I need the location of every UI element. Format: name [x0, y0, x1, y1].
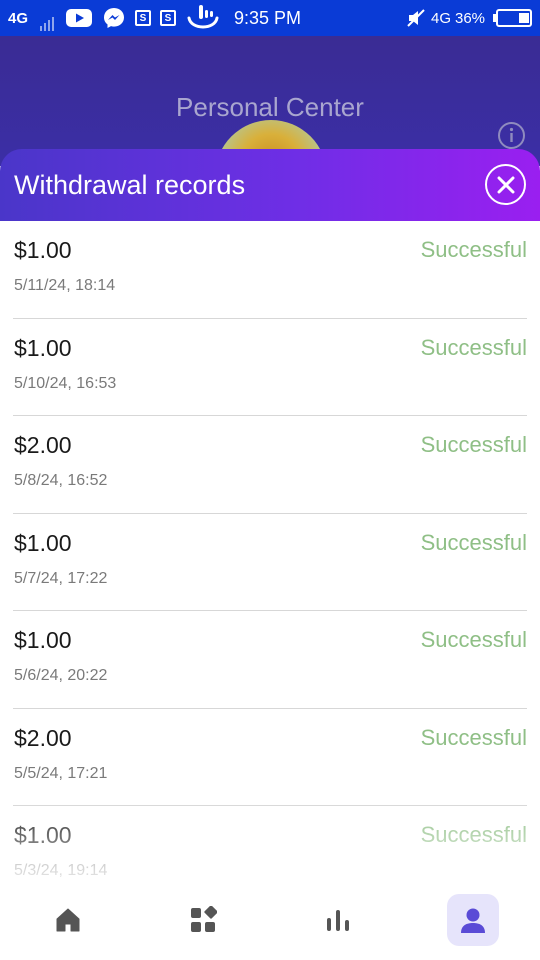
- home-icon: [56, 908, 80, 932]
- record-time: 5/5/24, 17:21: [14, 764, 108, 782]
- list-item: $1.00 Successful 5/11/24, 18:14: [13, 221, 527, 319]
- network-type: 4G: [8, 9, 29, 27]
- record-amount: $1.00: [14, 237, 72, 263]
- record-amount: $1.00: [14, 822, 72, 848]
- sheet-title: Withdrawal records: [14, 170, 246, 200]
- nav-apps[interactable]: [177, 894, 229, 946]
- clock: 9:35 PM: [234, 7, 302, 28]
- profile-icon: [461, 908, 485, 933]
- record-time: 5/3/24, 19:14: [14, 862, 108, 879]
- s-app-icon: S: [160, 0, 176, 36]
- info-icon[interactable]: [497, 121, 526, 150]
- status-bar: 4G S S 9:35 PM 4G 36%: [0, 0, 540, 36]
- record-status: Successful: [420, 822, 527, 847]
- record-status: Successful: [420, 627, 527, 652]
- record-amount: $2.00: [14, 432, 72, 458]
- mute-icon: [406, 0, 426, 36]
- record-amount: $1.00: [14, 627, 72, 653]
- record-amount: $1.00: [14, 529, 72, 556]
- list-item: $1.00 Successful 5/10/24, 16:53: [13, 319, 527, 416]
- nav-home[interactable]: [42, 894, 94, 946]
- list-item: $1.00 Successful 5/6/24, 20:22: [13, 611, 527, 709]
- battery-percent: 36%: [455, 9, 486, 27]
- signal-icon: [40, 5, 54, 31]
- list-item: $1.00 Successful 5/3/24, 19:14: [13, 806, 527, 884]
- record-time: 5/10/24, 16:53: [14, 374, 117, 392]
- s-app-letter: S: [160, 10, 176, 26]
- s-app-letter: S: [135, 10, 151, 26]
- battery-icon: [493, 0, 533, 36]
- touchpal-icon: [186, 0, 220, 36]
- record-amount: $1.00: [14, 334, 72, 361]
- nav-chart[interactable]: [312, 894, 364, 946]
- apps-icon: [191, 906, 217, 932]
- list-item: $2.00 Successful 5/5/24, 17:21: [13, 709, 527, 806]
- close-icon: [497, 176, 514, 193]
- record-time: 5/6/24, 20:22: [14, 667, 108, 684]
- record-time: 5/8/24, 16:52: [14, 472, 108, 489]
- record-amount: $2.00: [14, 724, 72, 751]
- sheet-header: Withdrawal records: [0, 149, 540, 221]
- chart-icon: [327, 910, 349, 931]
- withdrawal-list[interactable]: $1.00 Successful 5/11/24, 18:14 $1.00 Su…: [0, 221, 540, 884]
- record-status: Successful: [420, 237, 527, 262]
- record-time: 5/11/24, 18:14: [14, 277, 116, 294]
- bottom-nav: [0, 884, 540, 960]
- messenger-icon: [103, 0, 125, 36]
- close-button[interactable]: [485, 164, 526, 205]
- record-status: Successful: [420, 432, 527, 457]
- record-status: Successful: [420, 334, 527, 360]
- list-item: $1.00 Successful 5/7/24, 17:22: [13, 514, 527, 611]
- network-type-right: 4G: [431, 9, 452, 27]
- record-status: Successful: [420, 529, 527, 555]
- youtube-icon: [66, 0, 92, 36]
- list-item: $2.00 Successful 5/8/24, 16:52: [13, 416, 527, 514]
- page-title: Personal Center: [176, 92, 364, 122]
- s-app-icon: S: [135, 0, 151, 36]
- record-status: Successful: [420, 724, 527, 750]
- nav-profile[interactable]: [447, 894, 499, 946]
- record-time: 5/7/24, 17:22: [14, 569, 108, 587]
